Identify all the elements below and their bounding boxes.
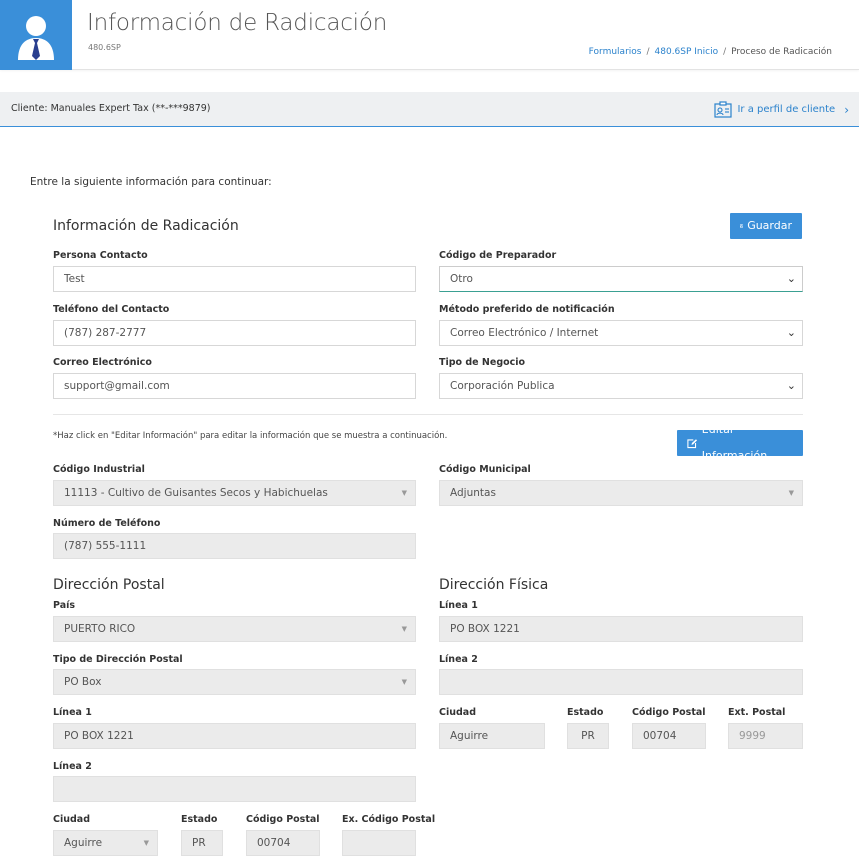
notification-label: Método preferido de notificación bbox=[439, 304, 615, 315]
postal-line2-input bbox=[53, 776, 416, 802]
breadcrumb-current: Proceso de Radicación bbox=[731, 47, 832, 57]
edit-info-button[interactable]: Editar Información bbox=[677, 423, 803, 462]
municipal-code-select: Adjuntas ▼ bbox=[439, 480, 803, 506]
section-title-physical: Dirección Física bbox=[439, 577, 549, 593]
client-info: Cliente: Manuales Expert Tax (**-***9879… bbox=[11, 103, 211, 114]
business-type-select[interactable]: Corporación Publica ⌄ bbox=[439, 373, 803, 399]
municipal-code-value: Adjuntas bbox=[450, 487, 496, 499]
postal-city-select: Aguirre ▼ bbox=[53, 830, 158, 856]
industrial-code-value: 11113 - Cultivo de Guisantes Secos y Hab… bbox=[64, 487, 328, 499]
business-type-value: Corporación Publica bbox=[450, 380, 555, 392]
user-icon bbox=[18, 16, 54, 60]
notification-select[interactable]: Correo Electrónico / Internet ⌄ bbox=[439, 320, 803, 346]
edit-icon bbox=[687, 438, 698, 448]
municipal-code-label: Código Municipal bbox=[439, 464, 531, 475]
notification-value: Correo Electrónico / Internet bbox=[450, 327, 599, 339]
physical-state-label: Estado bbox=[567, 707, 604, 718]
caret-down-icon: ▼ bbox=[401, 489, 407, 497]
id-card-icon bbox=[714, 101, 733, 118]
preparer-code-label: Código de Preparador bbox=[439, 250, 557, 261]
chevron-down-icon: ⌄ bbox=[786, 272, 796, 285]
section-divider bbox=[53, 414, 803, 415]
contact-person-label: Persona Contacto bbox=[53, 250, 148, 261]
save-icon bbox=[740, 224, 744, 228]
business-type-label: Tipo de Negocio bbox=[439, 357, 526, 368]
industrial-code-label: Código Industrial bbox=[53, 464, 145, 475]
postal-zip-ext-label: Ex. Código Postal bbox=[342, 814, 436, 825]
postal-zip-ext-input bbox=[342, 830, 416, 856]
country-value: PUERTO RICO bbox=[64, 623, 136, 635]
preparer-code-select[interactable]: Otro ⌄ bbox=[439, 266, 803, 292]
client-profile-link[interactable]: Ir a perfil de cliente › bbox=[714, 101, 849, 118]
breadcrumb: Formularios / 480.6SP Inicio / Proceso de Ra… bbox=[589, 47, 832, 57]
postal-city-label: Ciudad bbox=[53, 814, 91, 825]
caret-down-icon: ▼ bbox=[401, 625, 407, 633]
address-type-value: PO Box bbox=[64, 676, 102, 688]
physical-state-input: PR bbox=[567, 723, 609, 749]
edit-note: *Haz click en "Editar Información" para … bbox=[53, 431, 448, 441]
postal-zip-label: Código Postal bbox=[246, 814, 320, 825]
physical-zip-ext-input: 9999 bbox=[728, 723, 803, 749]
postal-line1-input: PO BOX 1221 bbox=[53, 723, 416, 749]
intro-text: Entre la siguiente información para cont… bbox=[30, 176, 272, 188]
physical-zip-input: 00704 bbox=[632, 723, 706, 749]
section-title-filing: Información de Radicación bbox=[53, 218, 239, 234]
physical-line2-input bbox=[439, 669, 803, 695]
physical-city-label: Ciudad bbox=[439, 707, 477, 718]
profile-link-label: Ir a perfil de cliente bbox=[737, 104, 836, 115]
breadcrumb-formularios[interactable]: Formularios bbox=[589, 47, 642, 57]
section-title-postal: Dirección Postal bbox=[53, 577, 165, 593]
country-label: País bbox=[53, 600, 76, 611]
postal-state-label: Estado bbox=[181, 814, 218, 825]
chevron-right-icon: › bbox=[844, 102, 849, 117]
breadcrumb-form-home[interactable]: 480.6SP Inicio bbox=[655, 47, 719, 57]
phone-input: (787) 555-1111 bbox=[53, 533, 416, 559]
industrial-code-select: 11113 - Cultivo de Guisantes Secos y Hab… bbox=[53, 480, 416, 506]
contact-person-input[interactable]: Test bbox=[53, 266, 416, 292]
physical-line2-label: Línea 2 bbox=[439, 654, 478, 665]
postal-line2-label: Línea 2 bbox=[53, 761, 92, 772]
save-button[interactable]: Guardar bbox=[730, 213, 802, 239]
caret-down-icon: ▼ bbox=[143, 839, 149, 847]
physical-zip-label: Código Postal bbox=[632, 707, 706, 718]
email-label: Correo Electrónico bbox=[53, 357, 152, 368]
breadcrumb-separator: / bbox=[723, 47, 727, 57]
client-bar: Cliente: Manuales Expert Tax (**-***9879… bbox=[0, 92, 859, 127]
chevron-down-icon: ⌄ bbox=[786, 326, 796, 339]
postal-zip-input: 00704 bbox=[246, 830, 320, 856]
save-button-label: Guardar bbox=[747, 219, 792, 232]
preparer-code-value: Otro bbox=[450, 273, 473, 285]
postal-city-value: Aguirre bbox=[64, 837, 103, 849]
address-type-label: Tipo de Dirección Postal bbox=[53, 654, 183, 665]
physical-zip-ext-label: Ext. Postal bbox=[728, 707, 786, 718]
caret-down-icon: ▼ bbox=[401, 678, 407, 686]
postal-line1-label: Línea 1 bbox=[53, 707, 92, 718]
physical-city-input: Aguirre bbox=[439, 723, 545, 749]
page-subtitle: 480.6SP bbox=[88, 43, 121, 52]
postal-state-input: PR bbox=[181, 830, 223, 856]
email-input[interactable]: support@gmail.com bbox=[53, 373, 416, 399]
physical-line1-label: Línea 1 bbox=[439, 600, 478, 611]
contact-phone-label: Teléfono del Contacto bbox=[53, 304, 170, 315]
edit-info-label: Editar Información bbox=[701, 423, 768, 462]
phone-label: Número de Teléfono bbox=[53, 518, 161, 529]
user-avatar bbox=[0, 0, 72, 70]
address-type-select: PO Box ▼ bbox=[53, 669, 416, 695]
caret-down-icon: ▼ bbox=[788, 489, 794, 497]
country-select: PUERTO RICO ▼ bbox=[53, 616, 416, 642]
page-header: Información de Radicación 480.6SP Formul… bbox=[0, 0, 859, 70]
page-title: Información de Radicación bbox=[87, 10, 388, 36]
contact-phone-input[interactable]: (787) 287-2777 bbox=[53, 320, 416, 346]
breadcrumb-separator: / bbox=[646, 47, 650, 57]
physical-line1-input: PO BOX 1221 bbox=[439, 616, 803, 642]
chevron-down-icon: ⌄ bbox=[786, 379, 796, 392]
